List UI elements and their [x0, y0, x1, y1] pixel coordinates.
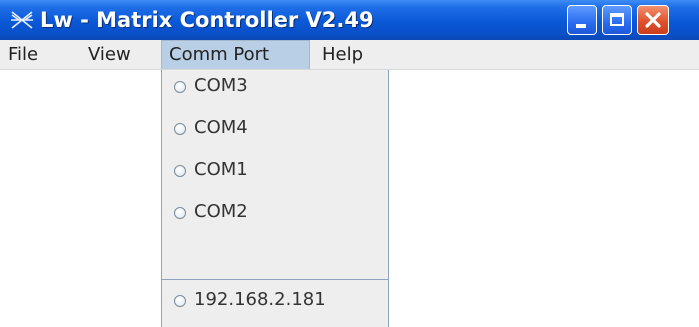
menu-option-com3[interactable]: COM3 — [162, 70, 388, 106]
minimize-icon — [576, 24, 586, 28]
option-label: COM3 — [194, 75, 248, 96]
menu-help[interactable]: Help — [322, 40, 363, 69]
menu-option-ip[interactable]: 192.168.2.181 — [162, 284, 388, 320]
radio-icon — [174, 295, 186, 307]
radio-icon — [174, 207, 186, 219]
menu-separator — [162, 279, 388, 280]
menu-view[interactable]: View — [88, 40, 131, 69]
option-label: COM2 — [194, 201, 248, 222]
option-label: 192.168.2.181 — [194, 289, 326, 310]
maximize-button[interactable] — [602, 5, 632, 35]
option-label: COM1 — [194, 159, 248, 180]
menu-file[interactable]: File — [8, 40, 38, 69]
radio-icon — [174, 165, 186, 177]
menu-bar: File View Comm Port Help — [0, 40, 699, 70]
menu-option-com2[interactable]: COM2 — [162, 196, 388, 232]
option-label: COM4 — [194, 117, 248, 138]
matrix-cross-icon — [11, 11, 33, 29]
title-bar[interactable]: Lw - Matrix Controller V2.49 — [0, 0, 699, 40]
close-button[interactable] — [637, 5, 669, 35]
menu-comm-port[interactable]: Comm Port — [161, 40, 310, 69]
radio-icon — [174, 81, 186, 93]
close-icon — [645, 12, 661, 28]
window-title: Lw - Matrix Controller V2.49 — [40, 8, 374, 32]
menu-option-com1[interactable]: COM1 — [162, 154, 388, 190]
radio-icon — [174, 123, 186, 135]
menu-option-com4[interactable]: COM4 — [162, 112, 388, 148]
maximize-icon — [610, 13, 624, 26]
minimize-button[interactable] — [567, 5, 597, 35]
comm-port-dropdown: COM3 COM4 COM1 COM2 192.168.2.181 — [161, 70, 389, 327]
